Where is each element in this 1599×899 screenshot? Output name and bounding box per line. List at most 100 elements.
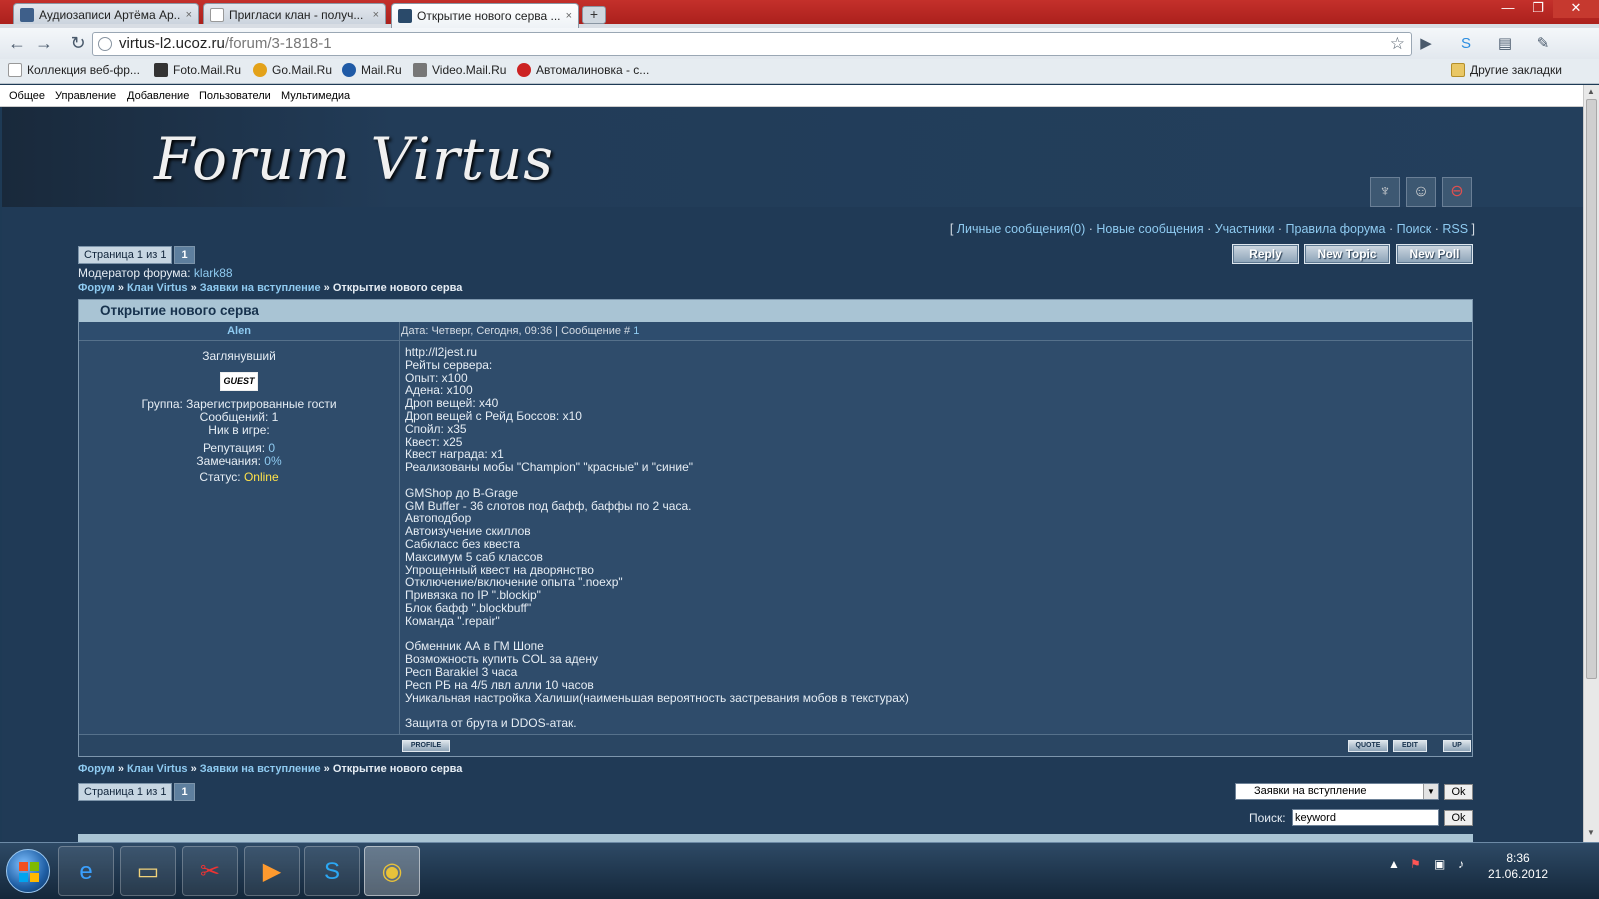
start-button[interactable]: [6, 849, 50, 893]
post-meta: Дата: Четверг, Сегодня, 09:36 | Сообщени…: [401, 322, 639, 341]
breadcrumb-forum[interactable]: Форум: [78, 763, 115, 775]
search-input[interactable]: [1292, 809, 1439, 826]
new-topic-button[interactable]: New Topic: [1304, 244, 1390, 264]
skype-icon[interactable]: S: [304, 846, 360, 896]
separator: ·: [1274, 222, 1286, 236]
bracket: [: [949, 222, 957, 236]
scroll-down-arrow-icon[interactable]: ▼: [1587, 828, 1595, 837]
admin-menu-users[interactable]: Пользователи: [199, 90, 271, 102]
breadcrumb-current: Открытие нового серва: [332, 282, 463, 294]
paint-icon[interactable]: ✂: [182, 846, 238, 896]
user-nick: Ник в игре:: [208, 423, 270, 437]
top-links: [ Личные сообщения(0) · Новые сообщения …: [950, 222, 1475, 236]
link-members[interactable]: Участники: [1215, 222, 1275, 236]
volume-icon[interactable]: ♪: [1458, 857, 1464, 871]
window-controls: — ❐ ✕: [1493, 0, 1599, 20]
jump-ok-button[interactable]: Ok: [1444, 784, 1473, 800]
pager-page-button[interactable]: 1: [174, 246, 195, 264]
bookmark-item[interactable]: Автомалиновка - с...: [517, 63, 649, 77]
next-section-header: [78, 834, 1473, 842]
admin-menu-multimedia[interactable]: Мультимедиа: [281, 90, 350, 102]
flag-alert-icon[interactable]: ⚑: [1410, 857, 1421, 871]
user-status: Статус: Online: [79, 471, 399, 484]
browser-tab-2[interactable]: Пригласи клан - получ... ×: [203, 3, 386, 26]
crest-icon[interactable]: ♆: [1370, 177, 1400, 207]
post-number-link[interactable]: 1: [633, 325, 639, 337]
link-rss[interactable]: RSS: [1442, 222, 1468, 236]
reply-button[interactable]: Reply: [1232, 244, 1299, 264]
moderator-link[interactable]: klark88: [194, 266, 233, 280]
ie-icon[interactable]: e: [58, 846, 114, 896]
breadcrumb-sep: »: [320, 282, 333, 294]
admin-menu-add[interactable]: Добавление: [127, 90, 189, 102]
edit-button[interactable]: EDIT: [1393, 740, 1427, 752]
minimize-button[interactable]: —: [1493, 0, 1523, 18]
breadcrumb-clan[interactable]: Клан Virtus: [127, 282, 188, 294]
scroll-up-arrow-icon[interactable]: ▲: [1587, 87, 1595, 96]
maximize-button[interactable]: ❐: [1523, 0, 1553, 18]
reputation-link[interactable]: 0: [268, 441, 275, 455]
pager-page-button[interactable]: 1: [174, 783, 195, 801]
browser-toolbar: ← → ↻ virtus-l2.ucoz.ru/forum/3-1818-1 ☆…: [0, 28, 1599, 59]
explorer-icon[interactable]: ▭: [120, 846, 176, 896]
breadcrumb-sep: »: [114, 282, 128, 294]
breadcrumb-current: Открытие нового серва: [332, 763, 463, 775]
breadcrumb-section[interactable]: Заявки на вступление: [200, 763, 321, 775]
link-private-messages[interactable]: Личные сообщения(0): [957, 222, 1086, 236]
new-poll-button[interactable]: New Poll: [1396, 244, 1473, 264]
profile-button[interactable]: PROFILE: [402, 740, 450, 752]
forum-header: Forum Virtus ♆ ☺ ⊖: [2, 107, 1583, 207]
browser-tab-3[interactable]: Открытие нового серва ... ×: [391, 3, 579, 28]
window-close-button[interactable]: ✕: [1553, 0, 1599, 18]
browser-tab-1[interactable]: Аудиозаписи Артёма Ар... ×: [13, 3, 199, 26]
forum-jump-select[interactable]: Заявки на вступление ▼: [1235, 783, 1439, 800]
warnings-link[interactable]: 0%: [264, 454, 281, 468]
logout-icon[interactable]: ⊖: [1442, 177, 1472, 207]
close-tab-icon[interactable]: ×: [566, 10, 572, 22]
breadcrumb-clan[interactable]: Клан Virtus: [127, 763, 188, 775]
admin-menu-management[interactable]: Управление: [55, 90, 116, 102]
bookmark-item[interactable]: Mail.Ru: [342, 63, 402, 77]
bookmark-star-icon[interactable]: ☆: [1390, 33, 1405, 55]
admin-menu-general[interactable]: Общее: [9, 90, 45, 102]
taskbar-clock[interactable]: 8:36 21.06.2012: [1488, 850, 1548, 882]
skype-extension-icon[interactable]: S: [1455, 33, 1477, 55]
close-tab-icon[interactable]: ×: [186, 9, 192, 21]
avatar-icon[interactable]: ☺: [1406, 177, 1436, 207]
bookmark-item[interactable]: Go.Mail.Ru: [253, 63, 332, 77]
up-button[interactable]: UP: [1443, 740, 1471, 752]
play-extension-icon[interactable]: ▶: [1415, 33, 1437, 55]
network-icon[interactable]: ▣: [1434, 857, 1445, 871]
media-player-icon[interactable]: ▶: [244, 846, 300, 896]
other-bookmarks[interactable]: Другие закладки: [1451, 63, 1562, 77]
bookmark-item[interactable]: Video.Mail.Ru: [413, 63, 506, 77]
post-header: Alen Дата: Четверг, Сегодня, 09:36 | Соо…: [79, 322, 1472, 341]
breadcrumb-forum[interactable]: Форум: [78, 282, 115, 294]
forward-arrow-icon[interactable]: →: [32, 32, 56, 54]
scrollbar-thumb[interactable]: [1586, 99, 1597, 679]
reload-icon[interactable]: ↻: [66, 32, 90, 54]
search-ok-button[interactable]: Ok: [1444, 810, 1473, 826]
page-menu-icon[interactable]: ▤: [1494, 33, 1516, 55]
link-forum-rules[interactable]: Правила форума: [1286, 222, 1386, 236]
link-new-messages[interactable]: Новые сообщения: [1096, 222, 1203, 236]
post-author[interactable]: Alen: [79, 322, 399, 341]
page-scrollbar[interactable]: ▲ ▼: [1583, 85, 1599, 842]
chevron-down-icon[interactable]: ▼: [1423, 784, 1438, 799]
pager-label: Страница 1 из 1: [78, 246, 173, 264]
close-tab-icon[interactable]: ×: [373, 9, 379, 21]
bookmark-item[interactable]: Foto.Mail.Ru: [154, 63, 241, 77]
show-hidden-icons-icon[interactable]: ▲: [1388, 857, 1400, 871]
bookmark-item[interactable]: Коллекция веб-фр...: [8, 63, 140, 77]
bookmark-label: Foto.Mail.Ru: [173, 63, 242, 77]
address-bar[interactable]: virtus-l2.ucoz.ru/forum/3-1818-1 ☆: [92, 32, 1412, 56]
quote-button[interactable]: QUOTE: [1348, 740, 1388, 752]
link-search[interactable]: Поиск: [1397, 222, 1432, 236]
new-tab-button[interactable]: +: [582, 6, 606, 24]
forum-logo[interactable]: Forum Virtus: [154, 125, 554, 193]
back-arrow-icon[interactable]: ←: [5, 32, 29, 54]
pager-top: Страница 1 из 1 1: [78, 246, 195, 264]
wrench-icon[interactable]: ✎: [1532, 33, 1554, 55]
breadcrumb-section[interactable]: Заявки на вступление: [200, 282, 321, 294]
chrome-icon[interactable]: ◉: [364, 846, 420, 896]
